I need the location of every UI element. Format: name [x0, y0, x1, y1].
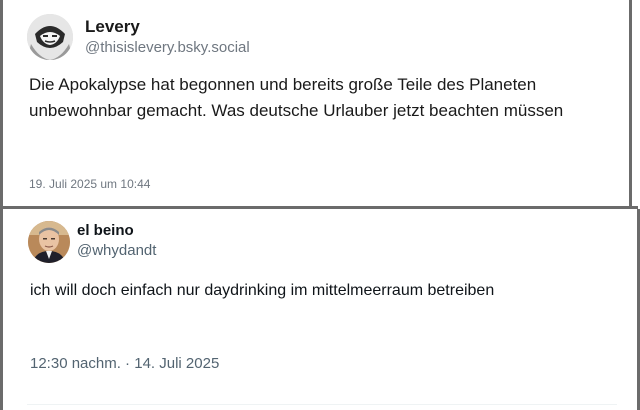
post-text: Die Apokalypse hat begonnen und bereits … [29, 75, 564, 120]
post-card: el beino @whydandt ich will doch einfach… [0, 209, 640, 410]
author-handle[interactable]: @thisislevery.bsky.social [85, 39, 250, 56]
divider [27, 404, 617, 405]
post-timestamp[interactable]: 19. Juli 2025 um 10:44 [29, 177, 150, 191]
author-handle[interactable]: @whydandt [77, 242, 156, 259]
profile-avatar-icon [28, 221, 70, 263]
profile-avatar-icon [27, 14, 73, 60]
author-name[interactable]: el beino [77, 222, 134, 239]
author-name[interactable]: Levery [85, 17, 140, 37]
post-text: ich will doch einfach nur daydrinking im… [30, 282, 495, 299]
post-card: Levery @thisislevery.bsky.social Die Apo… [0, 0, 632, 206]
avatar[interactable] [27, 14, 73, 60]
avatar[interactable] [28, 221, 70, 263]
screenshot-page: Levery @thisislevery.bsky.social Die Apo… [0, 0, 640, 410]
post-timestamp[interactable]: 12:30 nachm. · 14. Juli 2025 [30, 355, 219, 372]
